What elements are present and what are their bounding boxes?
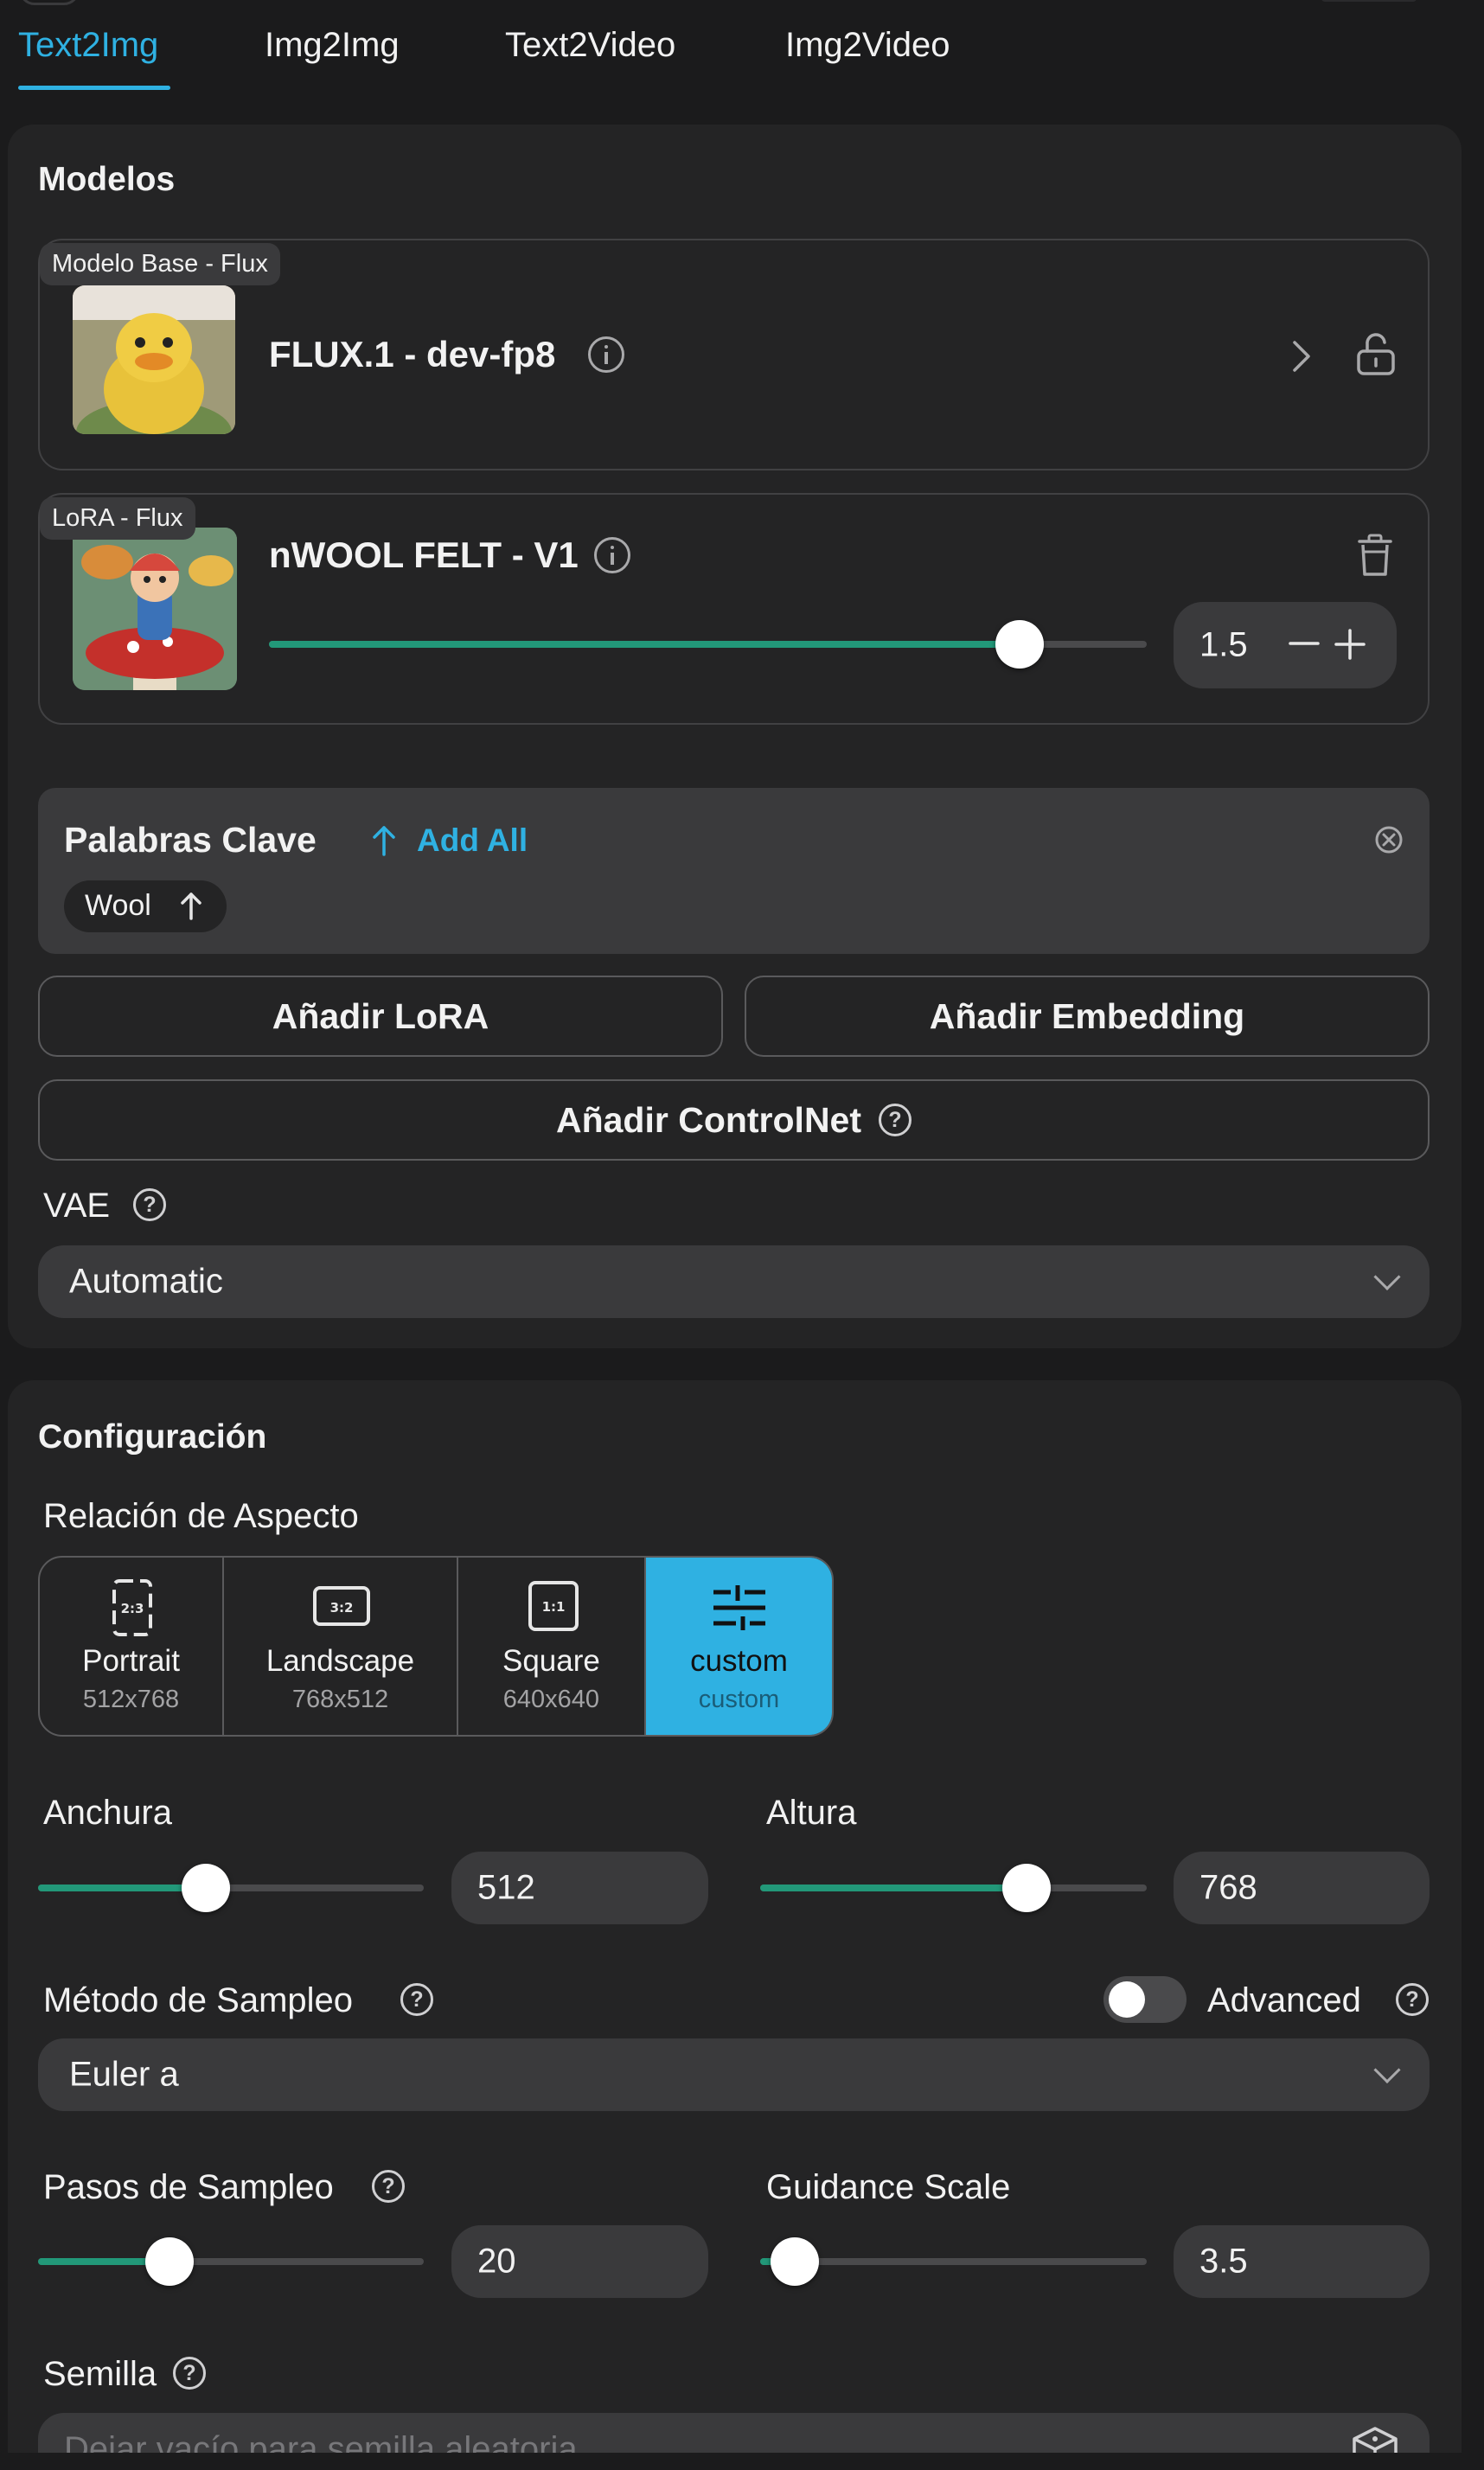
sampler-help-icon[interactable]: ? [400,1983,433,2016]
vae-help-icon[interactable]: ? [133,1188,166,1221]
active-tab-indicator [18,86,170,90]
trash-icon[interactable] [1354,533,1396,578]
height-label: Altura [766,1794,857,1832]
steps-input[interactable]: 20 [451,2225,708,2298]
aspect-custom-name: custom [690,1644,788,1678]
aspect-landscape-name: Landscape [265,1644,415,1678]
svg-text:2:3: 2:3 [121,1601,144,1616]
chevron-down-icon [1373,2056,1401,2084]
guidance-input[interactable]: 3.5 [1174,2225,1430,2298]
width-label: Anchura [43,1794,172,1832]
add-controlnet-label: Añadir ControlNet [555,1099,862,1140]
steps-slider[interactable] [38,2237,424,2286]
guidance-slider[interactable] [760,2237,1147,2286]
plus-icon[interactable] [1334,629,1366,660]
seed-help-icon[interactable]: ? [173,2357,206,2390]
keywords-box [38,788,1430,954]
guidance-value: 3.5 [1199,2242,1248,2281]
square-ratio-icon: 1:1 [528,1581,579,1631]
add-all-button[interactable]: Add All [417,822,528,859]
models-title: Modelos [38,161,176,198]
chevron-down-icon [1373,1263,1401,1291]
vae-select[interactable]: Automatic [38,1245,1430,1318]
vae-label: VAE [43,1187,111,1225]
steps-label: Pasos de Sampleo [43,2168,334,2206]
guidance-slider-knob[interactable] [771,2237,820,2286]
width-slider-knob[interactable] [182,1864,230,1912]
width-slider[interactable] [38,1864,424,1912]
config-title: Configuración [38,1418,267,1456]
aspect-landscape[interactable]: 3:2 Landscape 768x512 [224,1558,458,1735]
width-value: 512 [477,1868,535,1907]
close-circle-icon[interactable] [1373,824,1404,855]
keyword-chip[interactable]: Wool [64,880,227,932]
tab-text2img[interactable]: Text2Img [18,26,158,65]
steps-help-icon[interactable]: ? [372,2170,405,2203]
add-embedding-button[interactable]: Añadir Embedding [745,976,1430,1057]
lora-info-icon[interactable] [594,537,630,573]
tab-text2video[interactable]: Text2Video [505,26,675,65]
aspect-portrait-dims: 512x768 [82,1686,180,1713]
chevron-right-icon[interactable] [1291,339,1312,374]
height-input[interactable]: 768 [1174,1852,1430,1924]
base-model-name: FLUX.1 - dev-fp8 [269,334,556,374]
portrait-ratio-icon: 2:3 [112,1579,152,1636]
lora-weight-slider-knob[interactable] [995,620,1044,669]
height-slider[interactable] [760,1864,1147,1912]
top-tab-bar: Text2Img Img2Img Text2Video Img2Video [0,0,1484,117]
vae-select-value: Automatic [69,1262,223,1301]
sampler-select[interactable]: Euler a [38,2038,1430,2111]
guidance-label: Guidance Scale [766,2168,1011,2206]
tab-img2img[interactable]: Img2Img [265,26,400,65]
aspect-ratio-group: 2:3 Portrait 512x768 3:2 Landscape 768x5… [38,1556,834,1737]
config-panel [8,1380,1462,2470]
sampler-select-value: Euler a [69,2055,179,2094]
minus-icon[interactable] [1289,635,1320,652]
lora-weight-value: 1.5 [1199,625,1248,664]
base-model-info-icon[interactable] [588,336,624,373]
aspect-custom[interactable]: custom custom [645,1558,832,1735]
aspect-square-name: Square [502,1644,600,1678]
tab-img2video[interactable]: Img2Video [785,26,950,65]
steps-value: 20 [477,2242,516,2281]
base-model-thumbnail [73,285,235,434]
aspect-portrait[interactable]: 2:3 Portrait 512x768 [40,1558,225,1735]
svg-text:3:2: 3:2 [330,1600,354,1616]
controlnet-help-icon[interactable]: ? [879,1104,912,1136]
sliders-icon [713,1585,765,1630]
add-lora-button[interactable]: Añadir LoRA [38,976,723,1057]
svg-text:1:1: 1:1 [541,1599,565,1615]
advanced-help-icon[interactable]: ? [1396,1983,1429,2016]
keyword-chip-label: Wool [85,889,151,922]
keywords-title: Palabras Clave [64,820,317,860]
height-value: 768 [1199,1868,1257,1907]
aspect-label: Relación de Aspecto [43,1497,359,1535]
aspect-landscape-dims: 768x512 [291,1686,389,1713]
lora-thumbnail [73,528,237,690]
add-controlnet-button[interactable]: Añadir ControlNet ? [38,1079,1430,1161]
unlock-icon[interactable] [1353,332,1398,377]
aspect-portrait-name: Portrait [82,1644,180,1678]
landscape-ratio-icon: 3:2 [313,1586,371,1626]
top-back-button[interactable] [19,0,80,5]
arrow-up-icon [181,893,201,920]
arrow-up-icon[interactable] [367,823,401,858]
top-right-control[interactable] [1321,0,1417,2]
advanced-toggle[interactable] [1103,1976,1187,2023]
lora-name: nWOOL FELT - V1 [269,534,579,575]
seed-label: Semilla [43,2355,157,2393]
steps-slider-knob[interactable] [144,2237,194,2286]
sampler-label: Método de Sampleo [43,1981,354,2019]
lora-weight-slider[interactable] [269,620,1147,669]
bottom-fade [0,2453,1484,2470]
aspect-custom-dims: custom [698,1686,780,1713]
width-input[interactable]: 512 [451,1852,708,1924]
aspect-square-dims: 640x640 [502,1686,600,1713]
lora-tag: LoRA - Flux [40,497,195,540]
advanced-label: Advanced [1207,1981,1361,2019]
aspect-square[interactable]: 1:1 Square 640x640 [458,1558,646,1735]
base-model-tag: Modelo Base - Flux [40,243,280,285]
